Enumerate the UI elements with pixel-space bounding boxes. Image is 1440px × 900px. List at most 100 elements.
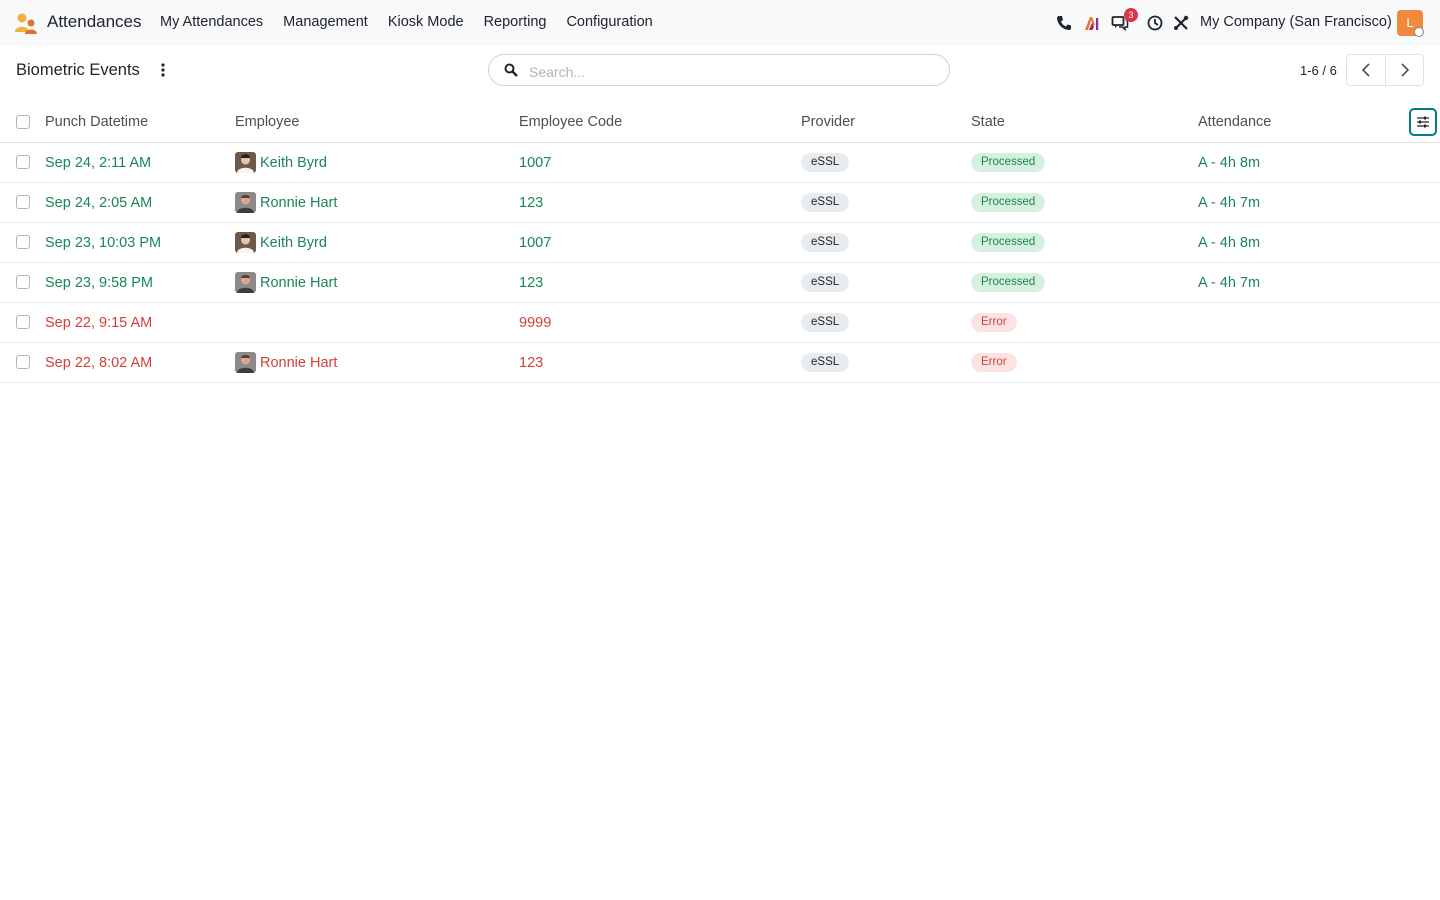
provider-badge: eSSL [801,353,850,372]
state-badge: Error [971,353,1017,372]
menu-management[interactable]: Management [283,14,368,30]
select-all-checkbox[interactable] [16,115,30,129]
employee-code-cell: 123 [519,194,544,211]
header-punch-datetime[interactable]: Punch Datetime [45,102,148,142]
header-provider[interactable]: Provider [801,102,855,142]
page-title: Biometric Events [16,61,140,79]
table-row[interactable]: Sep 22, 9:15 AM 9999 eSSL Error [0,303,1440,343]
provider-badge: eSSL [801,233,850,252]
employee-code-cell: 1007 [519,234,552,251]
state-cell: Processed [971,143,1046,182]
provider-badge: eSSL [801,313,850,332]
attendance-cell: A - 4h 7m [1198,194,1261,211]
table-row[interactable]: Sep 24, 2:11 AM Keith Byrd 1007 eSSL Pro… [0,143,1440,183]
provider-cell: eSSL [801,183,850,222]
state-badge: Error [971,313,1017,332]
menu-kiosk-mode[interactable]: Kiosk Mode [388,14,464,30]
punch-datetime-cell: Sep 22, 9:15 AM [45,314,153,331]
punch-datetime-cell: Sep 24, 2:05 AM [45,194,153,211]
employee-cell: Keith Byrd [235,143,327,182]
employee-cell: Ronnie Hart [235,183,337,222]
chevron-right-icon [1400,63,1409,77]
employee-cell: Keith Byrd [235,223,327,262]
employee-avatar [235,272,256,293]
top-navbar: Attendances My Attendances Management Ki… [0,0,1440,46]
row-checkbox[interactable] [16,195,30,209]
provider-cell: eSSL [801,143,850,182]
phone-icon[interactable] [1055,14,1073,32]
employee-avatar [235,152,256,173]
state-badge: Processed [971,273,1046,292]
actions-menu-icon[interactable] [156,62,170,78]
state-cell: Processed [971,183,1046,222]
header-attendance[interactable]: Attendance [1198,102,1271,142]
main-menu: My Attendances Management Kiosk Mode Rep… [160,14,673,30]
state-badge: Processed [971,193,1046,212]
state-badge: Processed [971,153,1046,172]
search-icon [504,63,518,77]
menu-my-attendances[interactable]: My Attendances [160,14,263,30]
header-employee-code[interactable]: Employee Code [519,102,622,142]
state-cell: Error [971,343,1017,382]
punch-datetime-cell: Sep 24, 2:11 AM [45,154,152,171]
pager-next-button[interactable] [1384,55,1424,85]
employee-name: Ronnie Hart [260,274,338,291]
provider-cell: eSSL [801,223,850,262]
state-badge: Processed [971,233,1046,252]
message-count-badge: 3 [1124,8,1138,22]
provider-cell: eSSL [801,263,850,302]
clock-icon[interactable] [1146,14,1164,32]
ai-icon[interactable] [1083,14,1101,32]
table-row[interactable]: Sep 22, 8:02 AM Ronnie Hart 123 eSSL Err… [0,343,1440,383]
punch-datetime-cell: Sep 23, 9:58 PM [45,274,154,291]
employee-avatar [235,232,256,253]
row-checkbox[interactable] [16,275,30,289]
header-employee[interactable]: Employee [235,102,299,142]
company-switcher[interactable]: My Company (San Francisco) [1200,14,1392,30]
state-cell: Processed [971,263,1046,302]
row-checkbox[interactable] [16,315,30,329]
employee-avatar [235,192,256,213]
pager-value[interactable]: 1-6 / 6 [1300,63,1337,78]
row-checkbox[interactable] [16,155,30,169]
employee-name: Keith Byrd [260,154,327,171]
sliders-icon [1417,116,1429,128]
table-header: Punch Datetime Employee Employee Code Pr… [0,102,1440,143]
state-cell: Error [971,303,1017,342]
employee-name: Keith Byrd [260,234,327,251]
row-checkbox[interactable] [16,355,30,369]
header-state[interactable]: State [971,102,1005,142]
employee-code-cell: 123 [519,354,544,371]
punch-datetime-cell: Sep 22, 8:02 AM [45,354,153,371]
employee-code-cell: 1007 [519,154,552,171]
employee-code-cell: 123 [519,274,544,291]
employee-name: Ronnie Hart [260,354,338,371]
pager-previous-button[interactable] [1347,55,1385,85]
attendances-app-icon[interactable] [14,11,38,35]
search-input[interactable] [527,61,931,83]
row-checkbox[interactable] [16,235,30,249]
employee-name: Ronnie Hart [260,194,338,211]
provider-cell: eSSL [801,303,850,342]
employee-cell: Ronnie Hart [235,343,337,382]
table-row[interactable]: Sep 23, 10:03 PM Keith Byrd 1007 eSSL Pr… [0,223,1440,263]
table-row[interactable]: Sep 23, 9:58 PM Ronnie Hart 123 eSSL Pro… [0,263,1440,303]
optional-columns-button[interactable] [1409,108,1437,136]
app-name[interactable]: Attendances [47,12,142,32]
user-status-icon [1414,27,1424,37]
biometric-events-list: Punch Datetime Employee Employee Code Pr… [0,102,1440,383]
provider-badge: eSSL [801,153,850,172]
search-bar[interactable] [488,54,950,86]
employee-avatar [235,352,256,373]
employee-cell: Ronnie Hart [235,263,337,302]
pager-buttons [1346,54,1424,86]
tools-icon[interactable] [1172,14,1190,32]
state-cell: Processed [971,223,1046,262]
attendance-cell: A - 4h 8m [1198,154,1261,171]
table-row[interactable]: Sep 24, 2:05 AM Ronnie Hart 123 eSSL Pro… [0,183,1440,223]
menu-reporting[interactable]: Reporting [484,14,547,30]
attendance-cell: A - 4h 8m [1198,234,1261,251]
provider-cell: eSSL [801,343,850,382]
attendance-cell: A - 4h 7m [1198,274,1261,291]
menu-configuration[interactable]: Configuration [566,14,652,30]
